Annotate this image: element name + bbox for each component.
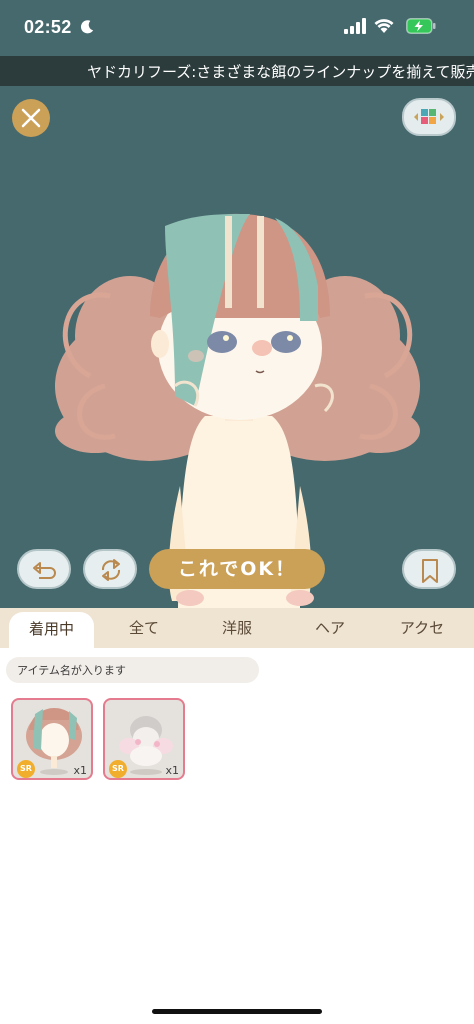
avatar-character [55, 213, 420, 608]
signal-icon [344, 18, 366, 34]
rarity-badge: SR [109, 760, 127, 778]
tab-clothes[interactable]: 洋服 [193, 608, 281, 648]
item-card[interactable]: SR x1 [11, 698, 93, 780]
tab-wearing[interactable]: 着用中 [9, 612, 94, 652]
background-select-button[interactable] [402, 98, 456, 136]
status-time: 02:52 [24, 17, 72, 37]
close-button[interactable] [12, 99, 50, 137]
item-search-input[interactable]: アイテム名が入ります [6, 657, 259, 683]
moon-icon [80, 20, 94, 34]
background-grid-icon [414, 109, 444, 124]
tab-all[interactable]: 全て [100, 608, 188, 648]
wifi-icon [374, 19, 394, 33]
home-indicator [152, 1009, 322, 1014]
ticker-text: ヤドカリフーズ:さまざまな餌のラインナップを揃えて販売 [87, 63, 474, 81]
item-card[interactable]: SR x1 [103, 698, 185, 780]
undo-button[interactable] [17, 549, 71, 589]
undo-icon [33, 562, 56, 579]
item-quantity: x1 [73, 764, 87, 777]
tab-hair[interactable]: ヘア [286, 608, 374, 648]
category-tabs: 着用中 全て 洋服 ヘア アクセ [0, 608, 474, 652]
avatar-stage: これでOK！ [0, 86, 474, 608]
rotate-button[interactable] [83, 549, 137, 589]
tab-accessories[interactable]: アクセ [378, 608, 466, 648]
battery-charging-icon [406, 18, 436, 34]
news-ticker: ヤドカリフーズ:さまざまな餌のラインナップを揃えて販売 [0, 56, 474, 86]
search-placeholder: アイテム名が入ります [17, 664, 126, 677]
rarity-badge: SR [17, 760, 35, 778]
rotate-icon [101, 559, 121, 581]
item-quantity: x1 [165, 764, 179, 777]
close-icon [21, 108, 41, 128]
bookmark-button[interactable] [402, 549, 456, 589]
bookmark-icon [422, 559, 438, 583]
status-bar: 02:52 [0, 0, 474, 56]
confirm-ok-button[interactable]: これでOK！ [149, 549, 325, 589]
